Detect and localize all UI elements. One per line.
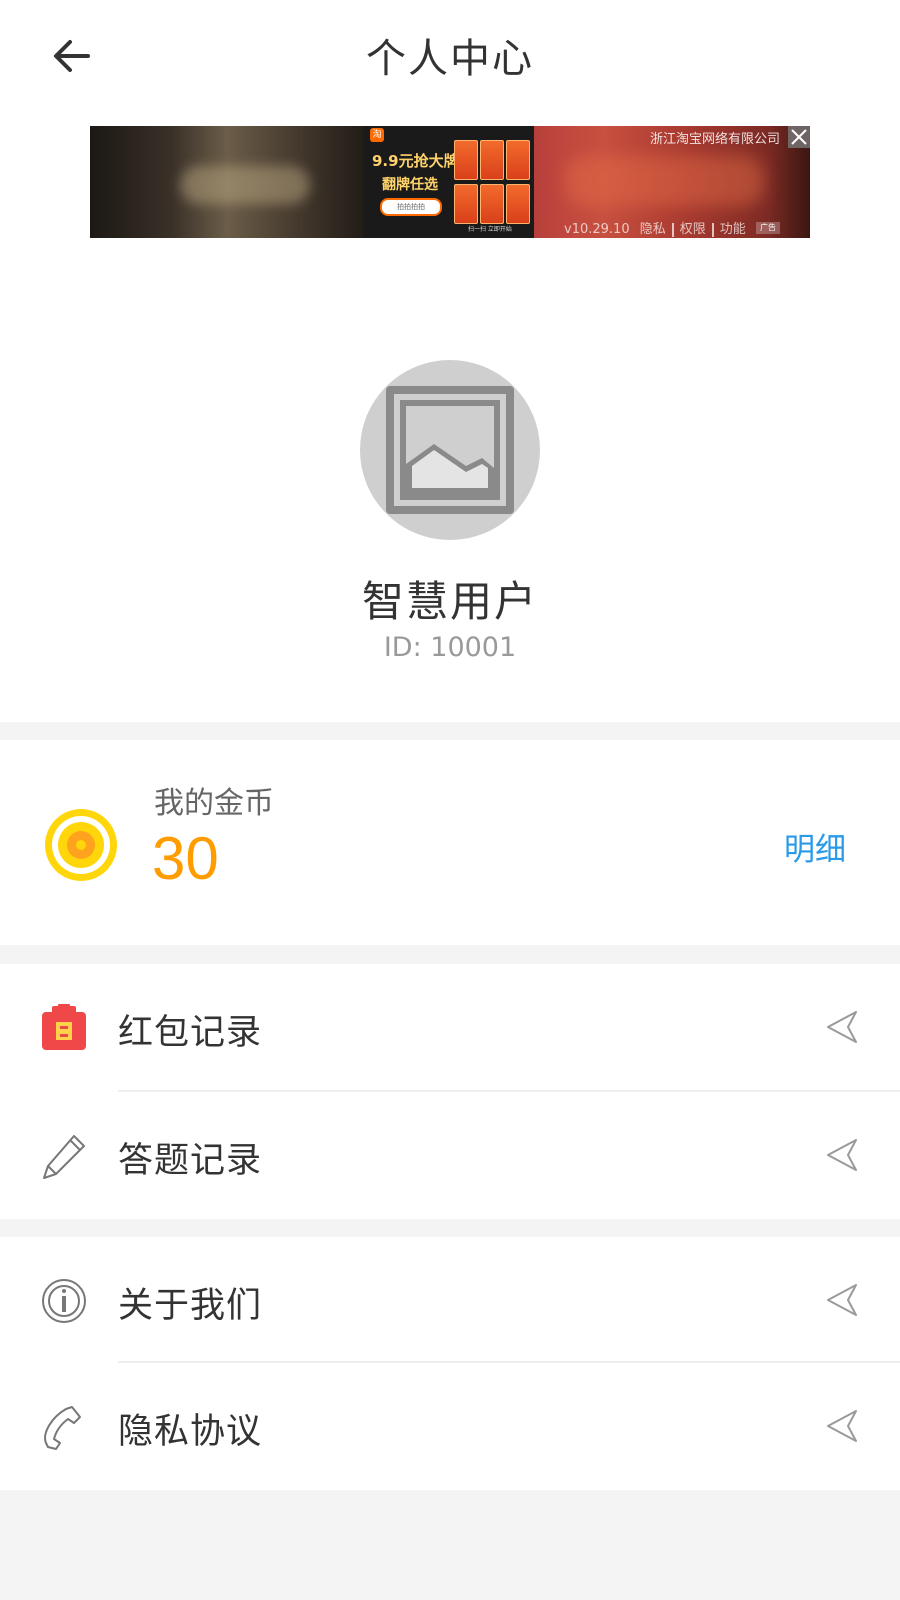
menu-group-records: 红包记录 答题记录: [0, 964, 900, 1219]
ad-function-link[interactable]: 功能: [720, 222, 746, 237]
ad-privacy-link[interactable]: 隐私: [640, 222, 666, 237]
user-id: ID: 10001: [383, 632, 517, 663]
page-title: 个人中心: [366, 36, 534, 82]
menu-item-privacy-policy[interactable]: 隐私协议: [0, 1363, 900, 1490]
pencil-icon: [43, 1135, 85, 1179]
send-arrow-icon: [827, 1410, 857, 1442]
ad-banner[interactable]: 淘 9.9元抢大牌 翻牌任选 拍拍拍拍 扫一扫 立即开始 浙江淘宝网络有限公司 …: [90, 126, 810, 238]
ad-image-center: 淘 9.9元抢大牌 翻牌任选 拍拍拍拍 扫一扫 立即开始: [364, 126, 534, 238]
ad-company: 浙江淘宝网络有限公司: [649, 132, 780, 147]
send-arrow-icon: [827, 1139, 857, 1171]
username: 智慧用户: [361, 577, 538, 626]
menu-label-red-envelope: 红包记录: [118, 1013, 263, 1053]
taobao-logo-icon: 淘: [370, 128, 384, 142]
coin-icon: [45, 809, 117, 881]
ad-close-button[interactable]: [788, 126, 810, 148]
menu-label-privacy: 隐私协议: [118, 1412, 263, 1452]
ad-promo-subtitle: 翻牌任选: [382, 177, 438, 193]
ad-meta: v10.29.10 隐私 权限 功能: [564, 218, 746, 237]
ad-tag: 广告: [756, 222, 780, 234]
menu-item-quiz-records[interactable]: 答题记录: [0, 1092, 900, 1219]
menu-item-about-us[interactable]: 关于我们: [0, 1237, 900, 1364]
coin-label: 我的金币: [154, 786, 274, 821]
coin-value: 30: [152, 825, 219, 892]
ad-image-right: 浙江淘宝网络有限公司 v10.29.10 隐私 权限 功能 广告: [534, 126, 810, 238]
image-placeholder-icon: [386, 386, 514, 514]
ad-version: v10.29.10: [564, 222, 630, 237]
menu-item-red-envelope-records[interactable]: 红包记录: [0, 964, 900, 1091]
red-envelope-icon: [42, 1004, 86, 1050]
menu-group-info: 关于我们 隐私协议: [0, 1237, 900, 1490]
ad-bottom-text: 扫一扫 立即开始: [468, 226, 512, 233]
close-icon: [791, 129, 807, 145]
coin-detail-link[interactable]: 明细: [784, 824, 846, 869]
info-icon: [42, 1279, 86, 1323]
coin-card: 我的金币 30 明细: [0, 740, 900, 945]
menu-label-about: 关于我们: [118, 1286, 263, 1326]
header-bar: 个人中心: [0, 0, 900, 110]
menu-label-quiz: 答题记录: [118, 1141, 263, 1181]
ad-image-left: [90, 126, 364, 238]
ad-permission-link[interactable]: 权限: [680, 222, 706, 237]
send-arrow-icon: [827, 1011, 857, 1043]
avatar[interactable]: [360, 360, 540, 540]
ad-promo-title: 9.9元抢大牌: [372, 152, 459, 170]
ad-search-bar: 拍拍拍拍: [380, 198, 442, 216]
phone-icon: [44, 1406, 81, 1450]
send-arrow-icon: [827, 1284, 857, 1316]
